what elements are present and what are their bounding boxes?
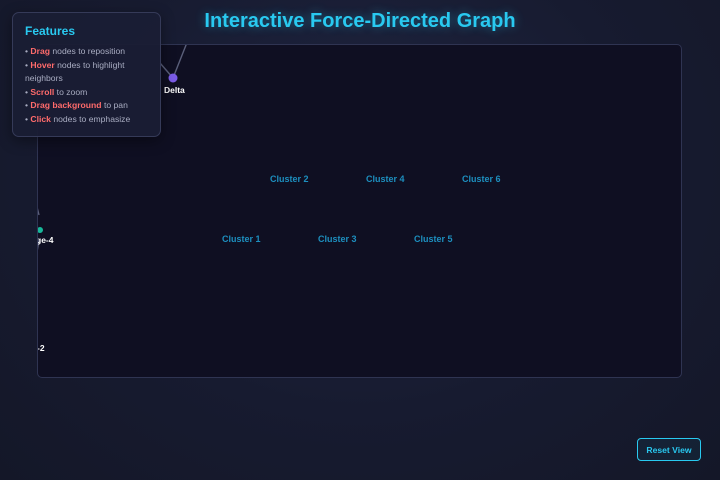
feature-text: to zoom <box>54 86 88 97</box>
graph-edge <box>172 45 187 79</box>
node-label-ge-4: ge-4 <box>37 235 54 245</box>
graph-node-delta[interactable] <box>168 73 178 83</box>
bullet: • <box>25 59 29 70</box>
feature-text: nodes to emphasize <box>50 113 131 124</box>
reset-view-button[interactable]: Reset View <box>637 438 701 461</box>
feature-key: Drag <box>30 46 50 56</box>
feature-item: • Drag nodes to reposition <box>25 45 148 59</box>
bullet: • <box>25 100 29 110</box>
feature-item: • Scroll to zoom <box>25 86 148 100</box>
feature-key: Click <box>30 113 51 124</box>
feature-item: • Drag background to pan <box>25 99 148 113</box>
feature-item: • Hover nodes to highlight neighbors <box>25 59 148 86</box>
bullet: • <box>25 113 29 124</box>
cluster-label-3: Cluster 3 <box>318 234 357 244</box>
bullet: • <box>25 46 29 56</box>
feature-key: Hover <box>30 59 55 70</box>
graph-edge <box>38 208 40 216</box>
feature-text: nodes to reposition <box>50 46 126 56</box>
bullet: • <box>25 86 29 97</box>
feature-key: Drag background <box>30 100 102 110</box>
node-label-2: -2 <box>37 343 45 353</box>
feature-item: • Click nodes to emphasize <box>25 113 148 127</box>
cluster-label-6: Cluster 6 <box>462 174 501 184</box>
features-panel: Features • Drag nodes to reposition • Ho… <box>12 12 161 137</box>
cluster-label-4: Cluster 4 <box>366 174 405 184</box>
feature-text: to pan <box>101 100 128 110</box>
feature-key: Scroll <box>30 86 55 97</box>
cluster-label-2: Cluster 2 <box>270 174 309 184</box>
cluster-label-1: Cluster 1 <box>222 234 261 244</box>
graph-node-ge-4[interactable] <box>38 227 43 233</box>
cluster-label-5: Cluster 5 <box>414 234 453 244</box>
features-heading: Features <box>25 24 76 38</box>
app-page: Interactive Force-Directed Graph Delta g… <box>0 0 720 480</box>
node-label-delta: Delta <box>164 85 185 95</box>
features-list: • Drag nodes to reposition • Hover nodes… <box>25 45 148 126</box>
